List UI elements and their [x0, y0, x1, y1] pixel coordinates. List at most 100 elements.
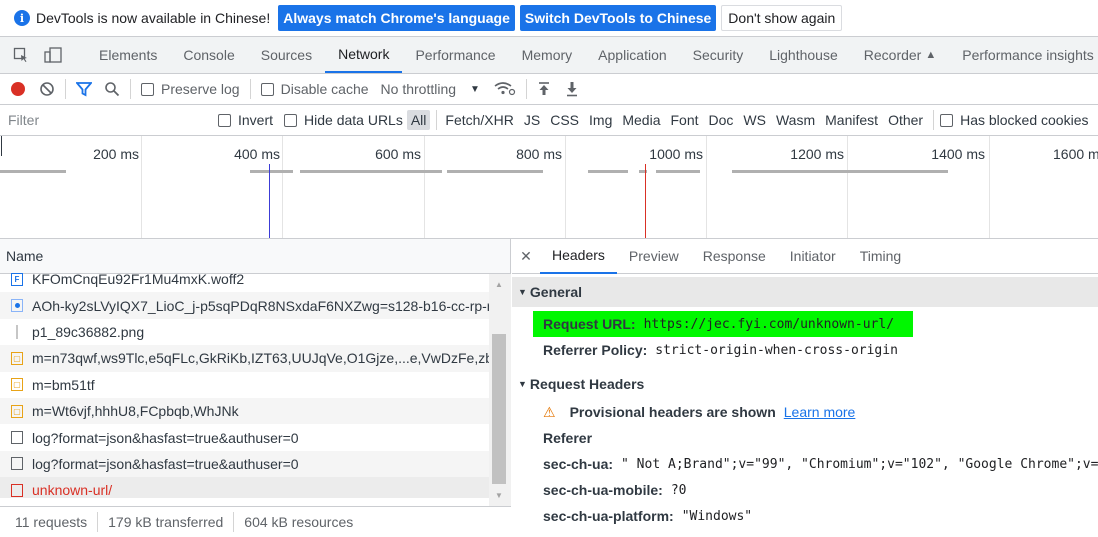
request-row[interactable]: ▢ m=bm51tf — [0, 372, 489, 398]
grid-line — [424, 136, 425, 238]
xhr-file-icon — [11, 431, 23, 445]
preserve-log-box[interactable] — [141, 82, 154, 96]
filter-type-img[interactable]: Img — [585, 110, 616, 130]
timeline-start-marker — [1, 136, 2, 156]
dropdown-arrow-icon: ▼ — [470, 83, 480, 95]
network-conditions-icon[interactable] — [494, 81, 516, 97]
tab-lighthouse[interactable]: Lighthouse — [756, 37, 851, 73]
request-row[interactable]: AOh-ky2sLVyIQX7_LioC_j-p5sqPDqR8NSxdaF6N… — [0, 292, 489, 319]
import-har-icon[interactable] — [537, 81, 551, 97]
tab-initiator[interactable]: Initiator — [778, 239, 848, 274]
scroll-up-arrow-icon[interactable]: ▲ — [495, 280, 503, 289]
filter-icon[interactable] — [76, 81, 92, 97]
tab-headers[interactable]: Headers — [540, 239, 617, 274]
invert-box[interactable] — [218, 113, 231, 127]
request-details-panel: ✕ Headers Preview Response Initiator Tim… — [512, 239, 1098, 537]
dont-show-again-button[interactable]: Don't show again — [721, 5, 843, 31]
filter-type-wasm[interactable]: Wasm — [772, 110, 819, 130]
scroll-down-arrow-icon[interactable]: ▼ — [495, 491, 503, 500]
filter-type-font[interactable]: Font — [667, 110, 703, 130]
details-tabbar: ✕ Headers Preview Response Initiator Tim… — [512, 239, 1098, 274]
clear-icon[interactable] — [39, 81, 55, 97]
script-file-icon: ▢ — [11, 378, 23, 392]
record-icon[interactable] — [11, 82, 25, 96]
disable-cache-checkbox[interactable]: Disable cache — [260, 81, 369, 97]
export-har-icon[interactable] — [565, 81, 579, 97]
sec-ch-ua-platform-value: "Windows" — [681, 508, 753, 524]
request-row[interactable]: log?format=json&hasfast=true&authuser=0 — [0, 424, 489, 450]
switch-to-chinese-button[interactable]: Switch DevTools to Chinese — [519, 5, 717, 31]
tab-performance[interactable]: Performance — [402, 37, 508, 73]
always-match-language-button[interactable]: Always match Chrome's language — [278, 5, 515, 31]
close-icon[interactable]: ✕ — [512, 248, 540, 265]
script-file-icon: ▢ — [11, 351, 23, 365]
overview-timeline[interactable]: 200 ms 400 ms 600 ms 800 ms 1000 ms 1200… — [0, 136, 1098, 239]
grid-line — [847, 136, 848, 238]
tab-memory[interactable]: Memory — [509, 37, 586, 73]
filter-type-manifest[interactable]: Manifest — [821, 110, 882, 130]
toolbar-separator — [65, 79, 66, 99]
tab-console[interactable]: Console — [170, 37, 247, 73]
inspect-element-icon[interactable] — [12, 46, 30, 64]
filter-type-other[interactable]: Other — [884, 110, 927, 130]
filter-type-css[interactable]: CSS — [546, 110, 583, 130]
request-headers-title: Request Headers — [529, 376, 645, 392]
hide-data-urls-box[interactable] — [284, 113, 298, 127]
filter-type-media[interactable]: Media — [618, 110, 664, 130]
sec-ch-ua-platform-row: sec-ch-ua-platform: "Windows" — [512, 503, 1098, 529]
tab-response[interactable]: Response — [691, 239, 778, 274]
request-list-scrollbar[interactable]: ▲ ▼ — [489, 274, 511, 506]
png-file-icon — [16, 324, 18, 339]
tab-timing[interactable]: Timing — [848, 239, 914, 274]
request-row[interactable]: ▢ m=n73qwf,ws9Tlc,e5qFLc,GkRiKb,IZT63,UU… — [0, 345, 489, 372]
learn-more-link[interactable]: Learn more — [784, 404, 856, 420]
request-row-selected[interactable]: unknown-url/ — [0, 477, 489, 498]
grid-line — [989, 136, 990, 238]
request-headers-section-header[interactable]: ▼ Request Headers — [512, 369, 1098, 399]
filter-type-fetch-xhr[interactable]: Fetch/XHR — [441, 110, 517, 130]
request-url-row: Request URL: https://jec.fyi.com/unknown… — [533, 311, 913, 337]
invert-checkbox[interactable]: Invert — [218, 112, 284, 128]
invert-label: Invert — [238, 112, 274, 128]
throttling-select[interactable]: No throttling ▼ — [381, 81, 480, 97]
filter-type-all[interactable]: All — [406, 110, 431, 130]
tab-sources[interactable]: Sources — [248, 37, 325, 73]
name-column-label: Name — [6, 248, 44, 264]
request-name: m=n73qwf,ws9Tlc,e5qFLc,GkRiKb,IZT63,UUJq… — [32, 350, 489, 367]
scrollbar-thumb[interactable] — [492, 334, 506, 484]
error-file-icon — [11, 483, 23, 497]
tab-network[interactable]: Network — [325, 37, 403, 73]
hide-data-urls-checkbox[interactable]: Hide data URLs — [284, 112, 407, 128]
request-row[interactable]: ▢ m=Wt6vjf,hhhU8,FCpbqb,WhJNk — [0, 397, 489, 425]
tick-label: 1400 ms — [931, 146, 985, 162]
transferred-size: 179 kB transferred — [108, 514, 224, 530]
filter-type-doc[interactable]: Doc — [705, 110, 738, 130]
device-toolbar-icon[interactable] — [44, 46, 62, 64]
filter-type-ws[interactable]: WS — [739, 110, 770, 130]
resources-size: 604 kB resources — [244, 514, 354, 530]
tab-application[interactable]: Application — [585, 37, 680, 73]
has-blocked-cookies-checkbox[interactable]: Has blocked cookies — [940, 112, 1088, 128]
tab-preview[interactable]: Preview — [617, 239, 691, 274]
sec-ch-ua-row: sec-ch-ua: " Not A;Brand";v="99", "Chrom… — [512, 451, 1098, 477]
request-row[interactable]: F KFOmCnqEu92Fr1Mu4mxK.woff2 — [0, 266, 489, 292]
tab-performance-insights[interactable]: Performance insights — [949, 37, 1098, 73]
tab-security[interactable]: Security — [680, 37, 757, 73]
search-icon[interactable] — [104, 81, 120, 97]
has-blocked-cookies-box[interactable] — [940, 113, 954, 127]
tab-elements[interactable]: Elements — [86, 37, 170, 73]
tab-recorder[interactable]: Recorder ▲ — [851, 37, 949, 73]
request-row[interactable]: log?format=json&hasfast=true&authuser=0 — [0, 450, 489, 478]
font-file-icon: F — [11, 272, 23, 286]
info-icon: i — [14, 10, 30, 26]
filter-type-js[interactable]: JS — [520, 110, 544, 130]
preserve-log-checkbox[interactable]: Preserve log — [141, 81, 240, 97]
request-row[interactable]: p1_89c36882.png — [0, 319, 489, 345]
general-section-header[interactable]: ▼ General — [512, 277, 1098, 307]
script-file-icon: ▢ — [11, 404, 23, 418]
hide-data-urls-label: Hide data URLs — [304, 112, 403, 128]
disable-cache-box[interactable] — [260, 82, 274, 96]
filter-separator — [933, 110, 935, 130]
summary-separator — [97, 512, 99, 532]
filter-input[interactable]: Filter — [0, 105, 218, 135]
